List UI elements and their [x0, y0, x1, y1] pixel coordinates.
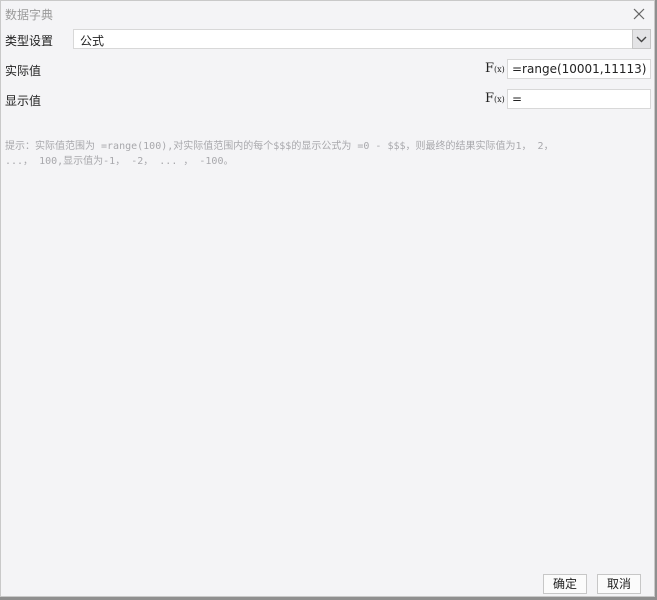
- fx-icon[interactable]: F(x): [485, 91, 505, 107]
- fx-icon-x: (x): [494, 65, 505, 74]
- fx-icon-x: (x): [494, 95, 505, 104]
- fx-icon-f: F: [485, 91, 495, 106]
- type-select-value: 公式: [80, 34, 105, 48]
- actual-value-formula-input[interactable]: [507, 59, 651, 79]
- dialog-title: 数据字典: [5, 8, 54, 22]
- title-bar: 数据字典: [1, 1, 654, 27]
- display-value-formula-input[interactable]: [507, 89, 651, 109]
- close-icon[interactable]: [630, 5, 648, 23]
- cancel-button[interactable]: 取消: [597, 574, 641, 594]
- chevron-down-icon[interactable]: [632, 29, 651, 49]
- hint-text: 提示：实际值范围为 =range(100),对实际值范围内的每个$$$的显示公式…: [5, 139, 645, 169]
- hint-line-1: 提示：实际值范围为 =range(100),对实际值范围内的每个$$$的显示公式…: [5, 141, 554, 152]
- display-value-label: 显示值: [5, 94, 42, 108]
- actual-value-label: 实际值: [5, 64, 42, 78]
- type-select[interactable]: 公式: [73, 29, 651, 49]
- data-dictionary-dialog: 数据字典 类型设置 公式 实际值 F(x) 显示值 F(x) 提示：实际值范围为…: [0, 0, 655, 597]
- type-setting-label: 类型设置: [5, 34, 54, 48]
- hint-line-2: ...， 100,显示值为-1， -2， ... ， -100。: [5, 156, 234, 167]
- ok-button[interactable]: 确定: [543, 574, 587, 594]
- fx-icon-f: F: [485, 61, 495, 76]
- fx-icon[interactable]: F(x): [485, 61, 505, 77]
